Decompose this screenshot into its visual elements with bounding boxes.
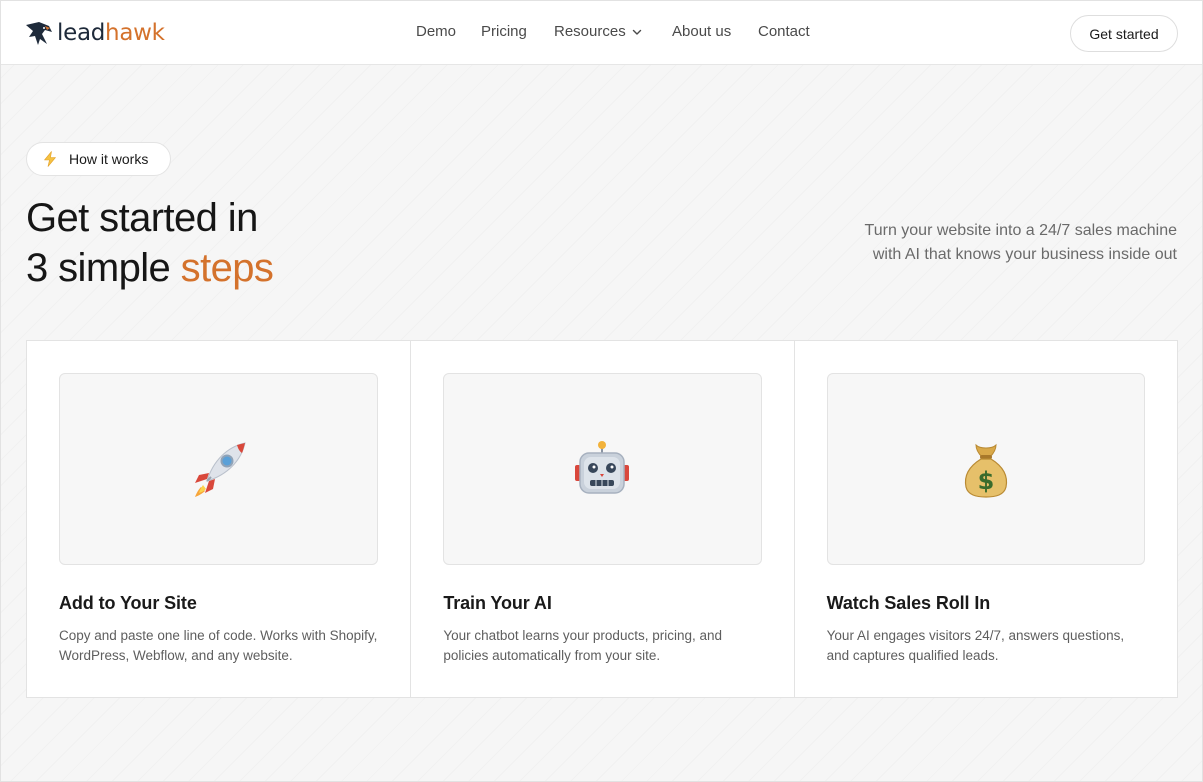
headline-line-1: Get started in [26,196,258,240]
how-it-works-badge: How it works [26,142,171,176]
step-card-1: Add to Your Site Copy and paste one line… [27,341,410,697]
main-nav: Demo Pricing Resources About us Contact [1,23,1202,43]
step-card-3: $ Watch Sales Roll In Your AI engages vi… [793,341,1177,697]
step-2-title: Train Your AI [443,593,552,613]
step-1-media [59,373,379,565]
nav-demo[interactable]: Demo [416,23,456,40]
hero-subtext: Turn your website into a 24/7 sales mach… [864,222,1177,263]
svg-text:$: $ [977,467,994,495]
headline-line-2-prefix: 3 simple [26,246,181,290]
step-1-title: Add to Your Site [59,593,197,613]
nav-resources-label: Resources [554,23,626,40]
chevron-down-icon [632,29,641,35]
step-card-2: Train Your AI Your chatbot learns your p… [410,341,793,697]
site-header: leadhawk Demo Pricing Resources About us… [1,1,1202,65]
step-3-media: $ [826,373,1145,565]
robot-icon [575,441,630,494]
step-2-description: Your chatbot learns your products, prici… [443,628,722,663]
get-started-button[interactable]: Get started [1070,15,1178,52]
nav-contact[interactable]: Contact [758,23,810,40]
page: leadhawk Demo Pricing Resources About us… [0,0,1203,782]
nav-pricing[interactable]: Pricing [481,23,527,40]
nav-about-us[interactable]: About us [672,23,731,40]
badge-label: How it works [69,151,149,167]
headline-accent: steps [180,246,274,290]
step-3-title: Watch Sales Roll In [826,593,991,613]
hero-headline: Get started in 3 simple steps [26,193,274,293]
rocket-icon [194,442,246,497]
steps-grid: Add to Your Site Copy and paste one line… [26,340,1178,698]
lightning-bolt-icon [44,151,56,167]
step-2-media [443,373,762,565]
nav-resources[interactable]: Resources [554,23,642,40]
money-bag-icon: $ [964,443,1007,498]
step-1-description: Copy and paste one line of code. Works w… [59,628,378,663]
step-3-description: Your AI engages visitors 24/7, answers q… [826,628,1125,663]
